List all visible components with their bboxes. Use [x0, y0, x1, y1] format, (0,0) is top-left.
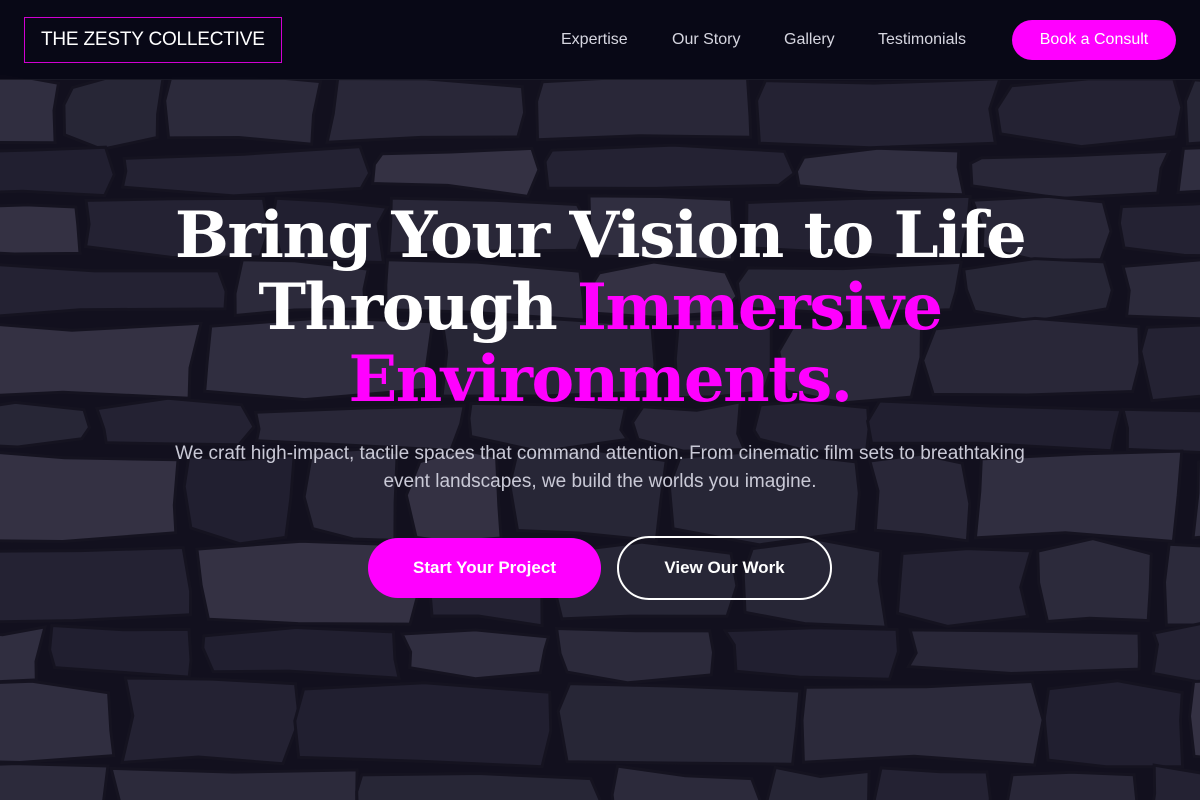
view-work-button[interactable]: View Our Work — [617, 536, 832, 600]
hero-title: Bring Your Vision to Life Through Immers… — [100, 200, 1100, 416]
hero-title-line-2: Through Immersive — [100, 272, 1100, 344]
start-project-button[interactable]: Start Your Project — [368, 538, 601, 598]
hero-title-line-1: Bring Your Vision to Life — [174, 198, 1027, 273]
hero-title-line-3: Environments. — [348, 342, 853, 417]
nav-link-gallery[interactable]: Gallery — [784, 30, 835, 50]
hero-section: Bring Your Vision to Life Through Immers… — [0, 0, 1200, 800]
landing-page: THE ZESTY COLLECTIVE Expertise Our Story… — [0, 0, 1200, 800]
hero-subtitle: We craft high-impact, tactile spaces tha… — [175, 443, 1025, 492]
nav-link-expertise[interactable]: Expertise — [561, 30, 628, 50]
site-header: THE ZESTY COLLECTIVE Expertise Our Story… — [0, 0, 1200, 80]
hero-title-accent: Immersive — [577, 270, 943, 345]
nav-link-testimonials[interactable]: Testimonials — [878, 30, 966, 50]
brand-logo[interactable]: THE ZESTY COLLECTIVE — [24, 17, 282, 63]
hero-title-plain: Through — [258, 270, 578, 345]
nav-link-our-story[interactable]: Our Story — [672, 30, 740, 50]
book-consult-button[interactable]: Book a Consult — [1012, 20, 1176, 60]
